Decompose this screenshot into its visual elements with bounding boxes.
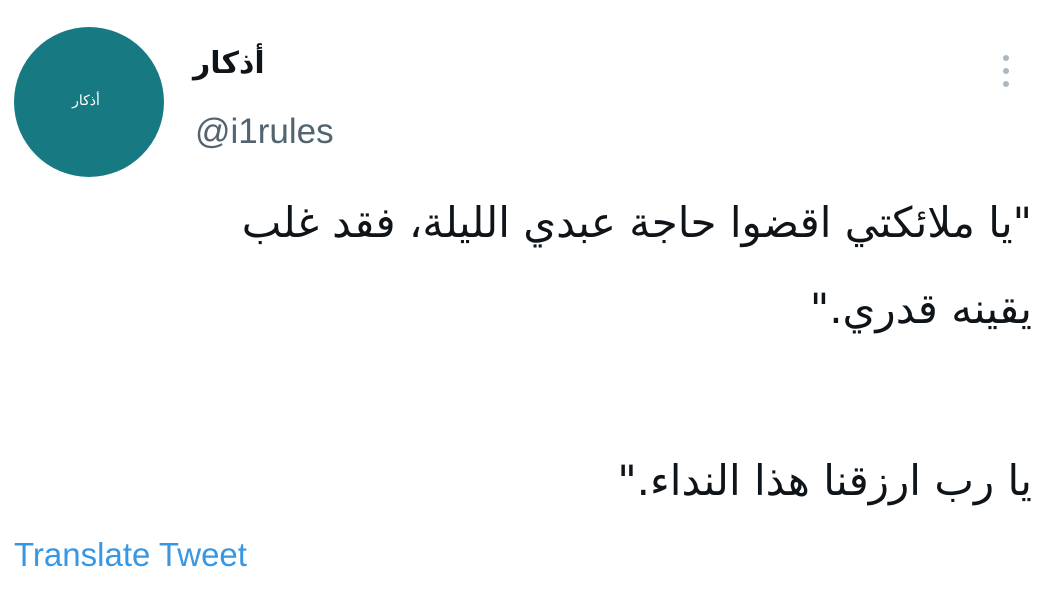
tweet-text: "يا ملائكتي اقضوا حاجة عبدي الليلة، فقد … (16, 180, 1032, 524)
tweet-text-line: يا رب ارزقنا هذا النداء." (617, 456, 1032, 505)
avatar-label: أذكار (72, 93, 100, 109)
user-handle[interactable]: @i1rules (195, 110, 334, 154)
avatar[interactable]: أذكار (14, 27, 164, 177)
tweet-text-line: يقينه قدري." (809, 284, 1032, 333)
more-vertical-icon (1003, 55, 1009, 87)
display-name[interactable]: أذكار (193, 42, 265, 86)
translate-tweet-link[interactable]: Translate Tweet (14, 535, 247, 575)
tweet-text-line: "يا ملائكتي اقضوا حاجة عبدي الليلة، فقد … (241, 198, 1032, 247)
tweet-card: أذكار أذكار @i1rules "يا ملائكتي اقضوا ح… (0, 0, 1038, 610)
more-options-button[interactable] (990, 52, 1022, 90)
